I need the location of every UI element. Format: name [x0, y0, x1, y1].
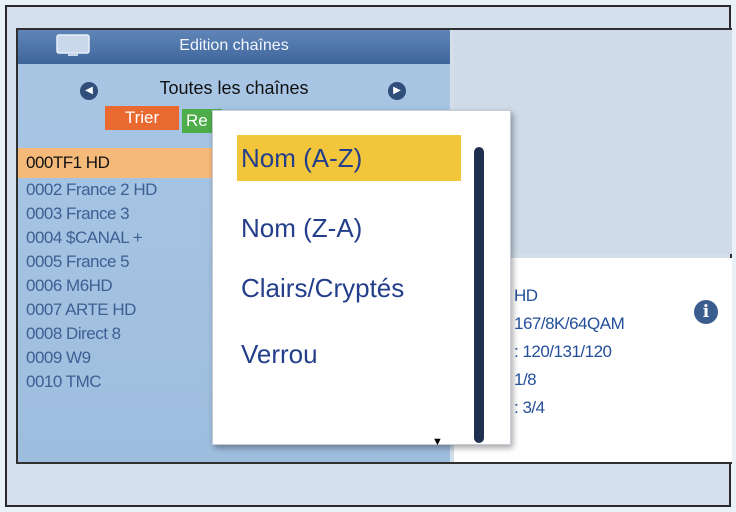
- info-line: HD: [514, 286, 538, 305]
- sort-option-lock[interactable]: Verrou: [237, 331, 461, 377]
- menu-scrollbar[interactable]: [474, 147, 484, 443]
- page-title: Edition chaînes: [179, 37, 289, 54]
- info-line: : 120/131/120: [514, 342, 612, 361]
- sort-option-name-asc[interactable]: Nom (A-Z): [237, 135, 461, 181]
- sort-options-menu: Nom (A-Z) Nom (Z-A) Clairs/Cryptés Verro…: [212, 110, 511, 445]
- sort-option-clear-encrypted[interactable]: Clairs/Cryptés: [237, 265, 461, 311]
- info-line: 1/8: [514, 370, 537, 389]
- sort-button[interactable]: Trier: [105, 106, 179, 130]
- info-line: 167/8K/64QAM: [514, 314, 625, 333]
- info-line: : 3/4: [514, 398, 545, 417]
- title-bar: Edition chaînes: [18, 30, 450, 64]
- info-icon[interactable]: i: [694, 300, 718, 324]
- channel-filter-label: Toutes les chaînes: [159, 78, 309, 98]
- sort-option-name-desc[interactable]: Nom (Z-A): [237, 205, 461, 251]
- scroll-down-icon[interactable]: ▼: [432, 436, 443, 448]
- arrow-right-icon[interactable]: ▶: [388, 82, 406, 100]
